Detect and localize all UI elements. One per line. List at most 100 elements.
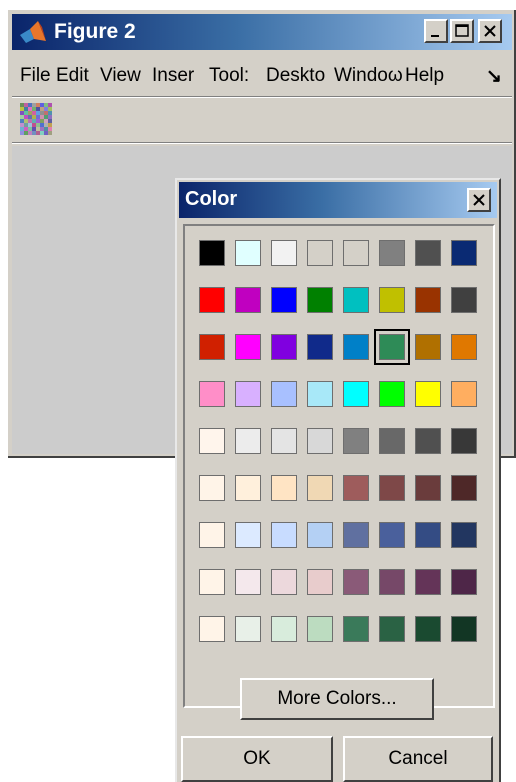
color-swatch[interactable] xyxy=(194,329,230,365)
color-swatch[interactable] xyxy=(194,423,230,459)
color-swatch[interactable] xyxy=(302,423,338,459)
color-swatch[interactable] xyxy=(266,517,302,553)
color-swatch-fill xyxy=(307,287,333,313)
color-swatch[interactable] xyxy=(266,376,302,412)
cancel-button[interactable]: Cancel xyxy=(343,736,493,782)
color-swatch[interactable] xyxy=(266,470,302,506)
color-swatch[interactable] xyxy=(302,329,338,365)
color-swatch[interactable] xyxy=(374,376,410,412)
color-dialog-close-button[interactable] xyxy=(467,188,491,212)
color-swatch[interactable] xyxy=(410,517,446,553)
color-swatch[interactable] xyxy=(194,282,230,318)
color-swatch[interactable] xyxy=(374,423,410,459)
color-swatch[interactable] xyxy=(374,282,410,318)
color-swatch[interactable] xyxy=(446,423,482,459)
more-colors-button[interactable]: More Colors... xyxy=(240,678,434,720)
color-swatch[interactable] xyxy=(194,235,230,271)
color-swatch[interactable] xyxy=(338,564,374,600)
color-swatch-fill xyxy=(451,569,477,595)
color-swatch[interactable] xyxy=(230,282,266,318)
color-swatch[interactable] xyxy=(446,517,482,553)
color-swatch[interactable] xyxy=(374,564,410,600)
color-swatch[interactable] xyxy=(302,470,338,506)
color-swatch[interactable] xyxy=(374,329,410,365)
color-swatch[interactable] xyxy=(230,235,266,271)
color-swatch-fill xyxy=(379,569,405,595)
close-icon xyxy=(484,25,496,37)
color-swatch[interactable] xyxy=(446,282,482,318)
color-swatch[interactable] xyxy=(302,282,338,318)
color-swatch[interactable] xyxy=(446,329,482,365)
color-swatch[interactable] xyxy=(446,564,482,600)
color-swatch-fill xyxy=(199,616,225,642)
menu-view[interactable]: View xyxy=(100,65,148,87)
color-swatch-fill xyxy=(307,381,333,407)
color-swatch[interactable] xyxy=(230,564,266,600)
color-swatch[interactable] xyxy=(266,611,302,647)
color-swatch[interactable] xyxy=(194,517,230,553)
figure-titlebar[interactable]: Figure 2 xyxy=(12,14,512,50)
color-swatch[interactable] xyxy=(410,282,446,318)
color-swatch[interactable] xyxy=(194,470,230,506)
ok-button[interactable]: OK xyxy=(181,736,333,782)
color-swatch[interactable] xyxy=(266,235,302,271)
maximize-button[interactable] xyxy=(450,19,474,43)
color-swatch[interactable] xyxy=(410,329,446,365)
color-swatch[interactable] xyxy=(410,423,446,459)
color-swatch[interactable] xyxy=(302,611,338,647)
color-swatch[interactable] xyxy=(266,564,302,600)
color-swatch[interactable] xyxy=(446,470,482,506)
color-swatch[interactable] xyxy=(230,329,266,365)
menu-overflow-icon[interactable]: ↘ xyxy=(486,65,506,88)
color-swatch[interactable] xyxy=(338,329,374,365)
color-swatch-fill xyxy=(343,428,369,454)
color-swatch[interactable] xyxy=(374,517,410,553)
color-swatch[interactable] xyxy=(266,329,302,365)
color-swatch[interactable] xyxy=(410,611,446,647)
color-swatch[interactable] xyxy=(194,611,230,647)
color-swatch[interactable] xyxy=(194,376,230,412)
color-swatch[interactable] xyxy=(266,423,302,459)
menu-tools[interactable]: Tool: xyxy=(209,65,265,87)
close-button[interactable] xyxy=(478,19,502,43)
color-swatch[interactable] xyxy=(446,611,482,647)
color-swatch[interactable] xyxy=(410,564,446,600)
color-swatch[interactable] xyxy=(302,564,338,600)
color-swatch[interactable] xyxy=(374,470,410,506)
color-dialog-titlebar[interactable]: Color xyxy=(179,182,497,218)
color-swatch[interactable] xyxy=(302,235,338,271)
color-swatch[interactable] xyxy=(374,235,410,271)
color-swatch[interactable] xyxy=(410,235,446,271)
color-swatch[interactable] xyxy=(266,282,302,318)
colormap-noise-icon[interactable] xyxy=(20,103,52,135)
menu-desktop[interactable]: Deskto xyxy=(266,65,332,87)
minimize-button[interactable] xyxy=(424,19,448,43)
color-swatch[interactable] xyxy=(230,517,266,553)
color-swatch[interactable] xyxy=(338,376,374,412)
color-swatch-fill xyxy=(343,334,369,360)
color-swatch[interactable] xyxy=(302,517,338,553)
color-swatch[interactable] xyxy=(338,282,374,318)
color-swatch[interactable] xyxy=(230,423,266,459)
menu-window[interactable]: Windoω xyxy=(334,65,402,87)
color-swatch[interactable] xyxy=(338,423,374,459)
color-swatch[interactable] xyxy=(446,376,482,412)
color-swatch[interactable] xyxy=(230,611,266,647)
color-swatch[interactable] xyxy=(338,517,374,553)
color-swatch[interactable] xyxy=(410,470,446,506)
color-swatch[interactable] xyxy=(446,235,482,271)
menu-insert[interactable]: Inser xyxy=(152,65,207,87)
color-swatch[interactable] xyxy=(230,470,266,506)
color-swatch[interactable] xyxy=(338,470,374,506)
color-swatch[interactable] xyxy=(230,376,266,412)
color-swatch[interactable] xyxy=(338,235,374,271)
menu-edit[interactable]: Edit xyxy=(56,65,98,87)
color-swatch[interactable] xyxy=(410,376,446,412)
color-swatch[interactable] xyxy=(302,376,338,412)
menu-file[interactable]: File xyxy=(20,65,56,87)
color-swatch[interactable] xyxy=(374,611,410,647)
color-swatch[interactable] xyxy=(194,564,230,600)
menu-help[interactable]: Help xyxy=(405,65,451,87)
minimize-icon xyxy=(431,35,439,37)
color-swatch[interactable] xyxy=(338,611,374,647)
